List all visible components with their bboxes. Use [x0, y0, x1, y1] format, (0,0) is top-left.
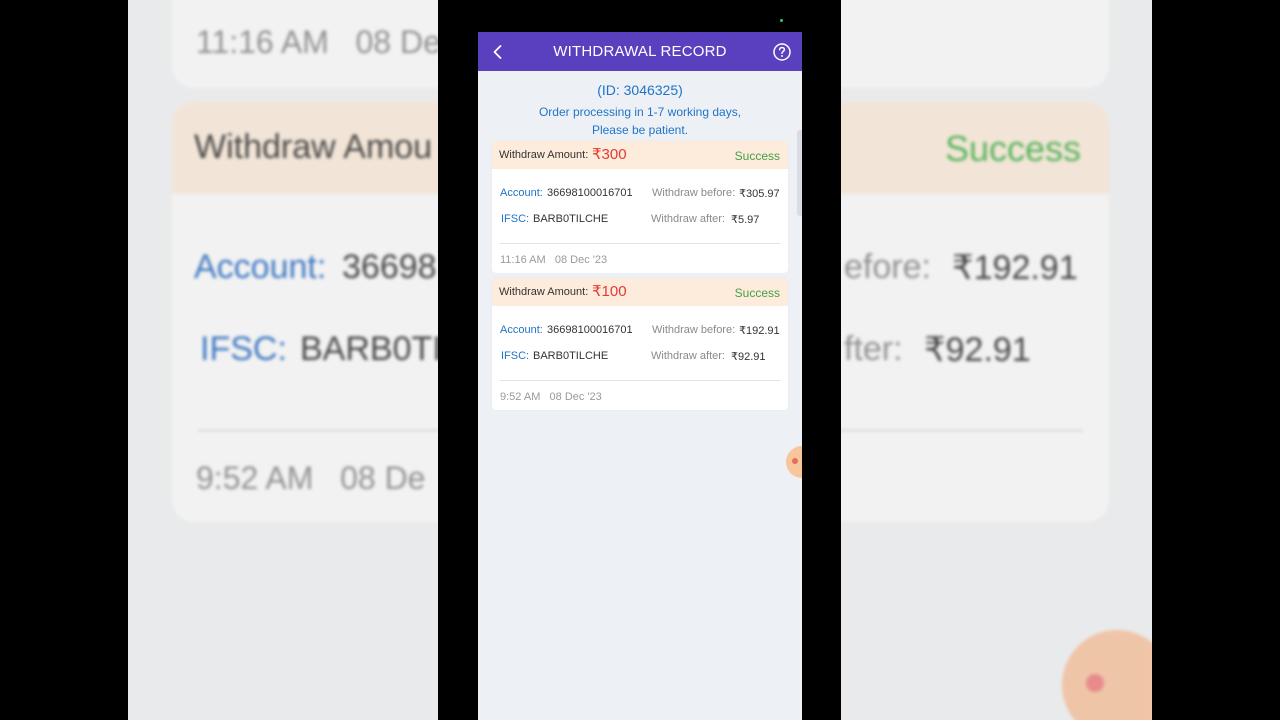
record-datetime: 9:52 AM 08 Dec '23 — [500, 391, 602, 403]
bg-top-datetime: 11:16 AM 08 Dec — [196, 24, 457, 60]
phone-frame: WITHDRAWAL RECORD (ID: 3046325) Order pr… — [438, 0, 841, 720]
withdraw-before-label: Withdraw before: — [652, 187, 736, 199]
withdrawal-record-card[interactable]: Withdraw Amount: ₹300 Success Account: 3… — [492, 141, 788, 273]
notice-line-1: Order processing in 1-7 working days, — [538, 105, 742, 119]
bg-ifsc-label: IFSC: — [200, 330, 287, 368]
record-datetime: 11:16 AM 08 Dec '23 — [500, 254, 607, 266]
bg-after-label: fter: — [844, 330, 903, 368]
bg-account-value: 36698 — [342, 248, 437, 286]
account-value: 36698100016701 — [547, 324, 633, 336]
page-title: WITHDRAWAL RECORD — [553, 43, 727, 60]
ifsc-label: IFSC: — [501, 350, 530, 362]
withdraw-amount-label: Withdraw Amount: — [499, 286, 589, 298]
account-value: 36698100016701 — [547, 187, 633, 199]
camera-indicator — [780, 19, 783, 22]
status-badge: Success — [734, 286, 780, 300]
processing-notice: Order processing in 1-7 working days, Pl… — [478, 103, 802, 139]
withdraw-amount-label: Withdraw Amount: — [499, 149, 589, 161]
account-label: Account: — [500, 324, 543, 336]
ifsc-label: IFSC: — [501, 213, 530, 225]
bg-before-label: efore: — [844, 248, 931, 286]
withdraw-before-value: ₹192.91 — [739, 325, 780, 337]
bg-after-value: ₹92.91 — [924, 331, 1031, 369]
withdraw-after-value: ₹5.97 — [731, 214, 760, 226]
notice-line-2: Please be patient. — [591, 123, 689, 137]
withdraw-after-label: Withdraw after: — [651, 213, 725, 225]
user-id: (ID: 3046325) — [597, 82, 683, 98]
bg-before-value: ₹192.91 — [952, 249, 1078, 287]
bg-bottom-datetime: 9:52 AM 08 De — [196, 460, 426, 496]
bg-floating-ball — [1062, 630, 1152, 720]
record-date: 08 Dec '23 — [554, 254, 608, 266]
record-time: 9:52 AM — [500, 391, 541, 403]
ifsc-value: BARB0TILCHE — [533, 213, 609, 225]
question-circle-icon[interactable] — [772, 42, 792, 62]
record-time: 11:16 AM — [500, 254, 546, 266]
withdraw-amount-value: ₹100 — [592, 283, 627, 300]
bg-account-label: Account: — [194, 248, 327, 286]
bg-amount-label: Withdraw Amou — [194, 128, 433, 166]
record-header: Withdraw Amount: ₹100 Success — [492, 278, 788, 306]
bg-ifsc-value: BARB0TI — [300, 330, 442, 368]
withdrawal-record-card[interactable]: Withdraw Amount: ₹100 Success Account: 3… — [492, 278, 788, 410]
bg-status: Success — [944, 128, 1081, 169]
withdraw-before-value: ₹305.97 — [739, 188, 780, 200]
divider — [500, 243, 780, 244]
withdraw-after-value: ₹92.91 — [731, 351, 766, 363]
withdraw-before-label: Withdraw before: — [652, 324, 736, 336]
top-bar: WITHDRAWAL RECORD — [478, 32, 802, 71]
account-label: Account: — [500, 187, 543, 199]
app-screen: WITHDRAWAL RECORD (ID: 3046325) Order pr… — [478, 32, 802, 720]
status-badge: Success — [734, 149, 780, 163]
scroll-indicator[interactable] — [797, 130, 802, 216]
record-header: Withdraw Amount: ₹300 Success — [492, 141, 788, 169]
chevron-left-icon[interactable] — [488, 42, 508, 62]
floating-support-button[interactable] — [786, 446, 802, 478]
divider — [500, 380, 780, 381]
withdraw-amount-value: ₹300 — [592, 146, 627, 163]
record-date: 08 Dec '23 — [549, 391, 602, 403]
withdraw-after-label: Withdraw after: — [651, 350, 725, 362]
ifsc-value: BARB0TILCHE — [533, 350, 609, 362]
